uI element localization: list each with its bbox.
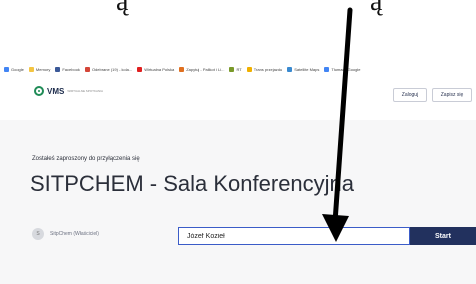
bookmark-item[interactable]: Satellite Maps — [287, 66, 320, 72]
bookmarks-bar: Google Memory Facebook Odebrane (19) - kola… — [0, 62, 476, 76]
bookmark-label: Satellite Maps — [294, 66, 320, 72]
bookmark-label: Google — [11, 66, 24, 72]
map-icon — [287, 66, 293, 72]
bookmark-item[interactable]: Memory — [28, 66, 51, 72]
bookmark-label: Tłumacz Google — [331, 66, 361, 72]
facebook-icon — [55, 66, 61, 72]
owner-label: SitpChem (Właściciel) — [50, 231, 99, 237]
bookmark-label: Trans przejazdu — [253, 66, 283, 72]
bookmark-item[interactable]: Wirtualna Polska — [137, 66, 175, 72]
google-icon — [4, 66, 9, 72]
login-button[interactable]: Zaloguj — [393, 88, 427, 102]
handwritten-fragment: ą ą — [0, 0, 476, 40]
bookmark-icon — [179, 66, 185, 72]
bookmark-label: Facebook — [62, 66, 80, 72]
vms-logo[interactable]: VMS WIRTUALNE SPOTKANIA — [34, 86, 103, 96]
bookmark-item[interactable]: Trans przejazdu — [246, 66, 283, 72]
room-owner: S SitpChem (Właściciel) — [32, 228, 99, 240]
folder-icon — [28, 66, 34, 72]
invite-text: Zostałeś zaproszony do przyłączenia się — [32, 156, 140, 162]
vms-logo-icon — [34, 86, 44, 96]
fragment-right-text: ą — [370, 0, 383, 17]
bookmark-item[interactable]: Zapytuj - Palikot i Li... — [179, 66, 225, 72]
logo-text: VMS — [47, 86, 65, 96]
bookmark-item[interactable]: RT — [229, 66, 242, 72]
logo-subtext: WIRTUALNE SPOTKANIA — [67, 88, 103, 93]
app-header: VMS WIRTUALNE SPOTKANIA Zaloguj Zapisz s… — [0, 76, 476, 121]
mail-icon — [84, 66, 90, 72]
bookmark-label: Zapytuj - Palikot i Li... — [186, 66, 225, 72]
room-title: SITPCHEM - Sala Konferencyjna — [30, 171, 355, 196]
bookmark-item[interactable]: Facebook — [55, 66, 80, 72]
bookmark-item[interactable]: Tłumacz Google — [324, 66, 361, 72]
name-input[interactable] — [178, 227, 410, 245]
bookmark-label: Odebrane (19) - kola... — [91, 66, 133, 72]
bookmark-item[interactable]: Google — [4, 66, 24, 72]
fragment-left-text: ą — [116, 0, 129, 17]
bookmark-label: Memory — [35, 66, 51, 72]
register-button[interactable]: Zapisz się — [432, 88, 472, 102]
join-meeting-panel: Zostałeś zaproszony do przyłączenia się … — [0, 120, 476, 284]
bookmark-label: RT — [236, 66, 242, 72]
translate-icon — [324, 66, 330, 72]
start-button[interactable]: Start — [410, 227, 476, 245]
owner-avatar: S — [32, 228, 44, 240]
bookmark-label: Wirtualna Polska — [144, 66, 175, 72]
wp-icon — [137, 66, 143, 72]
bookmark-item[interactable]: Odebrane (19) - kola... — [84, 66, 133, 72]
star-icon — [246, 66, 252, 72]
rt-icon — [229, 66, 235, 72]
